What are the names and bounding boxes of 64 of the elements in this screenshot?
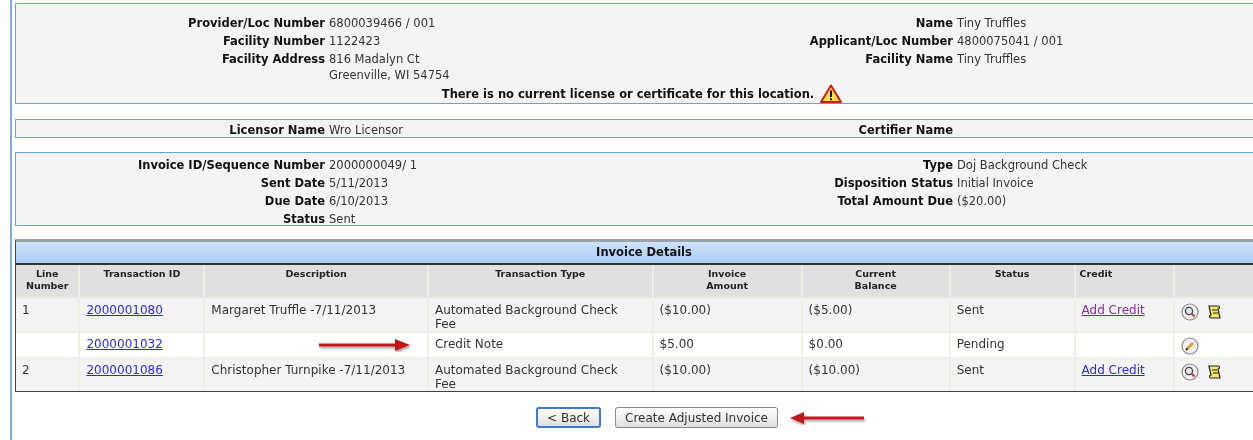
field-label: Disposition Status (833, 175, 953, 192)
table-cell: Automated Background Check Fee (434, 363, 618, 391)
scroll-icon[interactable] (1207, 364, 1224, 380)
table-cell: ($5.00) (808, 303, 853, 317)
column-header: Status (949, 265, 1075, 298)
table-cell: 2 (16, 358, 80, 391)
field-value: 4800075041 / 001 (957, 33, 1065, 48)
magnifier-icon[interactable] (1181, 303, 1200, 321)
table-cell: 1 (16, 298, 80, 332)
field-label: Invoice ID/Sequence Number (136, 157, 325, 174)
column-header: Current Balance (801, 265, 950, 298)
table-cell: $5.00 (659, 337, 694, 351)
field-value: Sent (329, 211, 357, 226)
table-cell: Credit Note (434, 337, 504, 351)
field-label: Status (281, 211, 325, 228)
field-value: 816 Madalyn Ct (329, 51, 421, 66)
field-label: Facility Name (864, 51, 953, 68)
field-label: Provider/Loc Number (187, 15, 325, 32)
table-title: Invoice Details (16, 242, 1253, 265)
field-label: Name (914, 15, 953, 32)
column-header: Transaction Type (427, 265, 653, 298)
field-label: Licensor Name (228, 122, 325, 139)
field-value: Wro Licensor (329, 122, 405, 137)
table-cell: ($10.00) (659, 363, 711, 377)
field-value: Tiny Truffles (957, 51, 1028, 66)
field-value: ($20.00) (957, 193, 1008, 208)
table-cell: ($10.00) (659, 303, 711, 317)
column-header: Description (204, 265, 428, 298)
column-header: Credit (1074, 265, 1175, 298)
field-value: Initial Invoice (957, 175, 1035, 190)
field-label: Applicant/Loc Number (808, 33, 953, 50)
warning-message: There is no current license or certificate for this location. (441, 86, 815, 101)
field-label: Facility Address (220, 51, 325, 68)
table-cell: Pending (956, 337, 1005, 351)
field-label: Certifier Name (857, 122, 953, 139)
field-value: Tiny Truffles (957, 15, 1028, 30)
table-cell: Christopher Turnpike -7/11/2013 (211, 363, 406, 377)
column-header: Invoice Amount (652, 265, 802, 298)
field-value: 6800039466 / 001 (329, 15, 437, 30)
table-cell: Sent (956, 303, 984, 317)
column-header: Line Number (16, 265, 80, 298)
field-value: Doj Background Check (957, 157, 1089, 172)
column-header: Transaction ID (79, 265, 205, 298)
field-label: Sent Date (259, 175, 325, 192)
warning-icon (820, 84, 843, 103)
field-value: 1122423 (329, 33, 382, 48)
field-value: 2000000049/ 1 (329, 157, 418, 172)
field-value: Greenville, WI 54754 (329, 67, 451, 82)
scroll-icon[interactable] (1207, 304, 1224, 320)
action-button[interactable]: < Back (536, 407, 602, 428)
action-button[interactable]: Create Adjusted Invoice (615, 407, 778, 428)
field-label: Type (922, 157, 953, 174)
pencil-icon[interactable] (1181, 337, 1200, 355)
table-cell: ($10.00) (808, 363, 860, 377)
table-cell: Margaret Truffle -7/11/2013 (211, 303, 377, 317)
table-cell: $0.00 (808, 337, 843, 351)
field-label: Due Date (263, 193, 325, 210)
field-label: Facility Number (221, 33, 325, 50)
table-cell: Automated Background Check Fee (434, 303, 618, 331)
field-value: 5/11/2013 (329, 175, 389, 190)
magnifier-icon[interactable] (1181, 363, 1200, 381)
field-label: Total Amount Due (836, 193, 953, 210)
field-value: 6/10/2013 (329, 193, 389, 208)
table-cell: Sent (956, 363, 984, 377)
